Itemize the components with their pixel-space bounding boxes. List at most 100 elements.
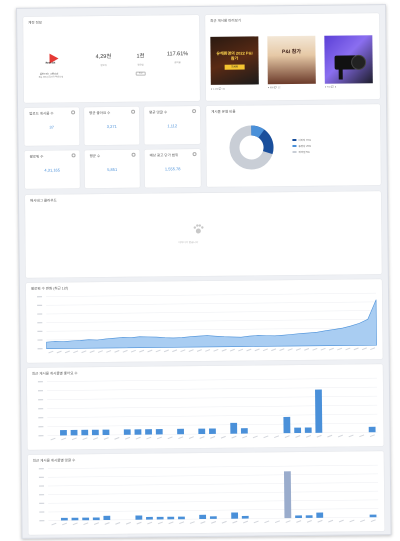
- y-tick-label: [37, 348, 43, 350]
- legend-value: 5%: [306, 150, 310, 154]
- x-tick-label: [178, 436, 184, 440]
- x-tick-label: [157, 521, 163, 525]
- x-tick-label: [72, 522, 78, 526]
- metric-label: 평균 댓글 수: [149, 110, 168, 115]
- metric-card: 업로드 게시물 수 37: [24, 107, 80, 146]
- x-tick-label: [146, 436, 152, 440]
- x-tick-label: [327, 434, 333, 438]
- x-tick-label: [229, 348, 235, 352]
- brand-logo: Reel-ish: [46, 51, 61, 66]
- x-tick-label: [163, 349, 169, 353]
- x-tick-label: [231, 435, 237, 439]
- likes-bar-card: 최근 게시물 게시물별 좋아요 수: [26, 364, 384, 450]
- bar: [135, 515, 143, 520]
- x-tick-label: [287, 348, 293, 351]
- x-tick-label: [199, 436, 205, 439]
- info-icon[interactable]: [192, 152, 197, 157]
- compare-button[interactable]: 비교: [135, 71, 146, 76]
- bar: [178, 516, 185, 520]
- post-thumbnail-badge: 자세히: [224, 64, 245, 70]
- x-tick-label: [130, 349, 136, 353]
- hashtag-card: 해시태그 클라우드 데이터가 없습니다: [24, 191, 382, 278]
- x-tick-label: [168, 521, 174, 525]
- bar: [315, 389, 323, 433]
- grid-line: [47, 386, 378, 391]
- metric-label: 업로드 게시물 수: [29, 111, 54, 116]
- x-tick-label: [360, 519, 366, 523]
- dashboard-frame: 계정 정보 Reel-ish @fresh_official Big 4M (L…: [16, 4, 392, 539]
- x-tick-label: [114, 350, 120, 353]
- x-tick-label: [263, 435, 269, 439]
- x-tick-label: [196, 349, 202, 352]
- y-tick-label: [39, 520, 45, 522]
- info-icon[interactable]: [131, 152, 136, 157]
- y-tick-label: [39, 485, 45, 487]
- x-tick-label: [306, 520, 312, 523]
- x-tick-label: [353, 347, 359, 351]
- likes-bar-chart: [37, 377, 378, 441]
- empty-state-text: 데이터가 없습니다: [178, 241, 199, 245]
- metric-card: 평균 댓글 수 1,112: [144, 106, 201, 145]
- y-tick-label: [37, 339, 43, 341]
- y-tick-label: [37, 304, 43, 306]
- x-tick-label: [348, 434, 354, 438]
- bar: [123, 429, 131, 435]
- x-tick-label: [155, 349, 161, 353]
- post-thumbnail[interactable]: 유해환경의 2022 P&I 참가 자세히: [210, 36, 259, 85]
- stat-engagement: 117.61% 참여율: [162, 51, 192, 64]
- info-icon[interactable]: [71, 153, 76, 158]
- x-tick-label: [188, 436, 194, 439]
- x-tick-label: [106, 350, 112, 353]
- info-icon[interactable]: [71, 110, 76, 115]
- bar: [102, 429, 110, 436]
- x-tick-label: [89, 350, 95, 353]
- x-tick-label: [274, 435, 280, 439]
- x-tick-label: [61, 437, 67, 441]
- bar: [241, 515, 249, 519]
- metric-label: 예상 광고 단가 범위: [149, 153, 179, 158]
- grid-line: [47, 473, 378, 478]
- x-tick-label: [156, 436, 162, 440]
- legend-item: 동영상 25%: [292, 144, 311, 148]
- bar: [134, 429, 142, 435]
- account-handle[interactable]: @fresh_official: [40, 71, 59, 75]
- x-tick-label: [82, 437, 88, 441]
- bar: [368, 426, 376, 433]
- y-tick-label: [38, 426, 44, 428]
- recent-posts-title: 최근 게시물 미리보기: [210, 18, 242, 23]
- x-tick-label: [316, 434, 322, 438]
- bar: [198, 428, 206, 435]
- bar: [81, 429, 89, 436]
- donut-slice-video: [250, 125, 265, 138]
- bar: [305, 515, 313, 518]
- x-tick-label: [188, 349, 194, 352]
- metric-value: 1,112: [167, 123, 178, 129]
- post-thumbnail[interactable]: P&I 참가: [267, 35, 316, 85]
- bar: [199, 514, 207, 520]
- y-tick-label: [38, 408, 44, 410]
- metric-value: 5,851: [107, 166, 118, 172]
- y-tick-label: [37, 330, 43, 332]
- x-tick-label: [238, 348, 244, 352]
- x-tick-label: [361, 347, 367, 351]
- x-tick-label: [274, 520, 280, 524]
- bar: [70, 429, 78, 436]
- grid-line: [47, 404, 378, 409]
- x-tick-label: [337, 347, 343, 351]
- x-tick-label: [48, 350, 54, 354]
- post-thumbnail[interactable]: [324, 35, 373, 84]
- info-icon[interactable]: [192, 109, 197, 114]
- x-tick-label: [125, 521, 131, 525]
- grid-line: [48, 499, 379, 504]
- x-tick-label: [246, 348, 252, 352]
- info-icon[interactable]: [131, 109, 136, 114]
- follower-trend-card: 팔로워 수 변화 (최근 1년): [25, 279, 383, 363]
- stat-label: 팔로잉: [137, 64, 144, 67]
- stat-following: 1천 팔로잉: [125, 51, 155, 67]
- bar: [146, 516, 153, 520]
- bar: [230, 422, 238, 434]
- x-tick-label: [122, 349, 128, 353]
- bar: [60, 430, 67, 436]
- metric-label: 팔로워 수: [29, 154, 44, 159]
- x-tick-label: [210, 436, 216, 439]
